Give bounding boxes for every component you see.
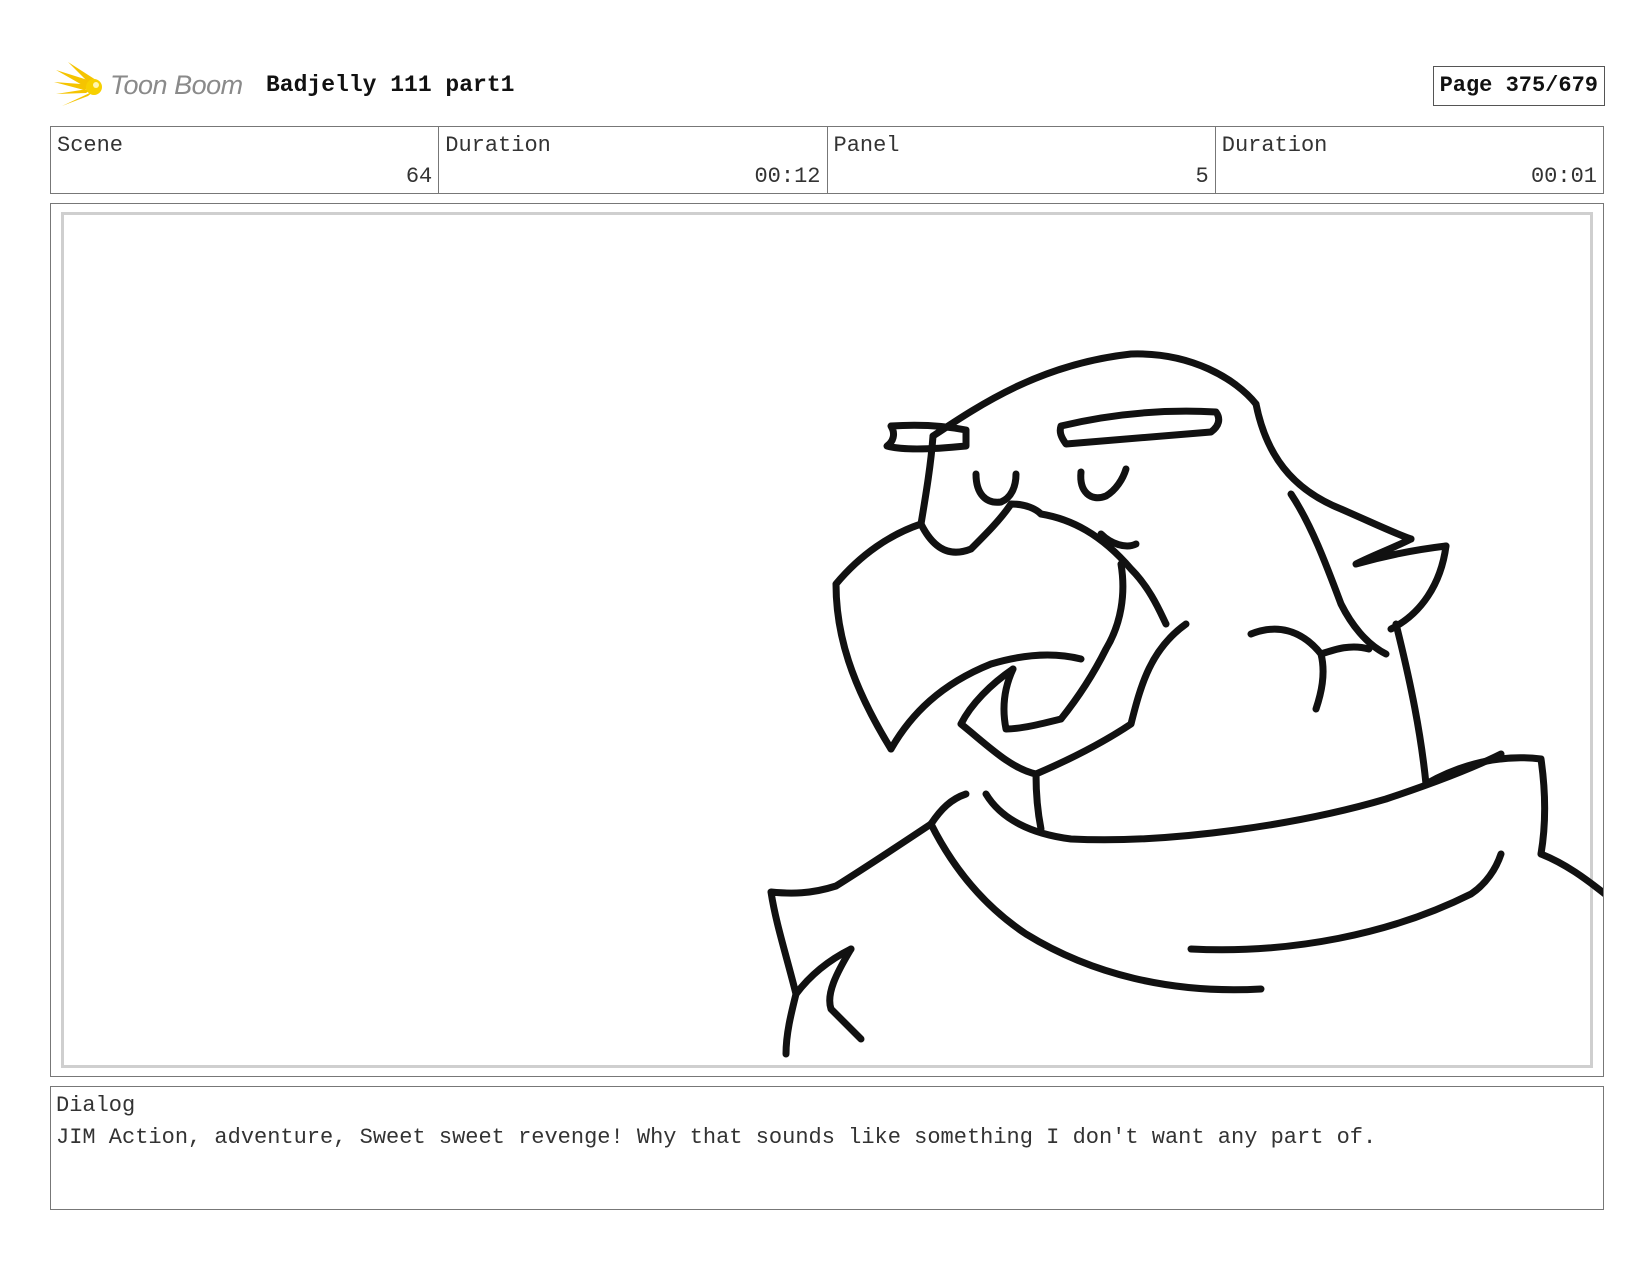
dialog-label: Dialog [56, 1093, 136, 1118]
bird-sketch-illustration [767, 350, 1603, 1058]
page-header: Toon Boom Badjelly 111 part1 Page 375/67… [50, 56, 1605, 112]
scene-duration-cell: Duration 00:12 [439, 127, 828, 193]
panel-cell: Panel 5 [828, 127, 1216, 193]
toon-boom-logo: Toon Boom [54, 60, 250, 112]
panel-duration-value: 00:01 [1530, 164, 1597, 189]
panel-duration-cell: Duration 00:01 [1216, 127, 1603, 193]
scene-info-table: Scene 64 Duration 00:12 Panel 5 Duration… [50, 126, 1604, 194]
scene-duration-label: Duration [445, 133, 551, 158]
page-counter: Page 375/679 [1432, 66, 1605, 106]
panel-value: 5 [1195, 164, 1209, 189]
dialog-box: Dialog JIM Action, adventure, Sweet swee… [50, 1086, 1604, 1210]
panel-label: Panel [833, 133, 900, 158]
sunburst-icon [54, 62, 102, 106]
storyboard-panel [50, 203, 1604, 1077]
scene-value: 64 [405, 164, 433, 189]
logo-text: Toon Boom [110, 70, 243, 100]
scene-duration-value: 00:12 [754, 164, 821, 189]
scene-cell: Scene 64 [51, 127, 440, 193]
panel-duration-label: Duration [1221, 133, 1328, 158]
scene-label: Scene [57, 133, 124, 158]
dialog-text: JIM Action, adventure, Sweet sweet reven… [56, 1125, 1377, 1150]
project-title: Badjelly 111 part1 [266, 72, 515, 98]
